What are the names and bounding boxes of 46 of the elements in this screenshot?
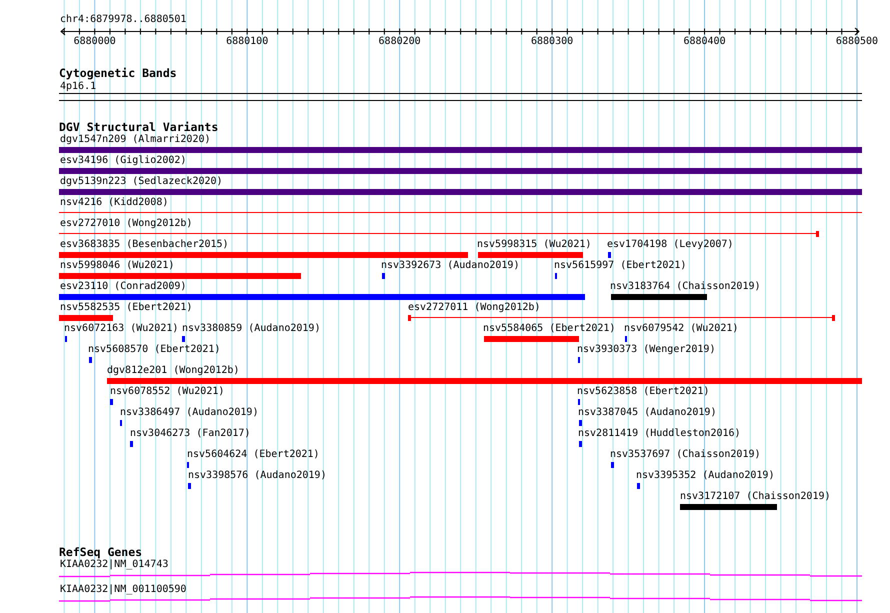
feature-label: nsv3380859 (Audano2019) xyxy=(182,323,320,335)
feature-label: nsv3386497 (Audano2019) xyxy=(120,407,258,419)
feature-label: nsv3172107 (Chaisson2019) xyxy=(680,491,831,503)
feature-label: nsv5998315 (Wu2021) xyxy=(477,239,592,251)
feature-label: esv23110 (Conrad2009) xyxy=(60,281,186,293)
feature-label: nsv3046273 (Fan2017) xyxy=(130,428,250,440)
feature-label: nsv5584065 (Ebert2021) xyxy=(483,323,616,335)
feature-label: nsv5623858 (Ebert2021) xyxy=(577,386,710,398)
tick-label: 6880100 xyxy=(226,36,268,48)
gene-label: KIAA0232|NM_014743 xyxy=(60,559,168,571)
feature-label: esv2727011 (Wong2012b) xyxy=(408,302,540,314)
feature-label: esv2727010 (Wong2012b) xyxy=(60,218,192,230)
feature-label: nsv5998046 (Wu2021) xyxy=(60,260,174,272)
feature-label: esv3683835 (Besenbacher2015) xyxy=(60,239,229,251)
feature-label: nsv5582535 (Ebert2021) xyxy=(60,302,192,314)
feature-label: esv34196 (Giglio2002) xyxy=(60,155,186,167)
feature-label: dgv1547n209 (Almarri2020) xyxy=(60,134,211,146)
track-title: DGV Structural Variants xyxy=(59,121,218,134)
location-label: chr4:6879978..6880501 xyxy=(60,14,186,26)
feature-label: nsv6079542 (Wu2021) xyxy=(624,323,738,335)
feature-label: nsv5608570 (Ebert2021) xyxy=(88,344,220,356)
tick-label: 6880200 xyxy=(378,36,421,48)
band-label: 4p16.1 xyxy=(60,81,96,93)
feature-label: nsv6072163 (Wu2021) xyxy=(64,323,178,335)
feature-label: esv1704198 (Levy2007) xyxy=(607,239,734,251)
tick-label: 6880000 xyxy=(74,36,116,48)
feature-label: nsv2811419 (Huddleston2016) xyxy=(578,428,741,440)
tick-label: 6880400 xyxy=(683,36,726,48)
feature-label: nsv3183764 (Chaisson2019) xyxy=(610,281,761,293)
feature-label: nsv3395352 (Audano2019) xyxy=(636,470,774,482)
feature-label: nsv3387045 (Audano2019) xyxy=(578,407,716,419)
feature-label: dgv5139n223 (Sedlazeck2020) xyxy=(60,176,223,188)
feature-label: nsv3537697 (Chaisson2019) xyxy=(610,449,761,461)
feature-label: nsv3930373 (Wenger2019) xyxy=(577,344,716,356)
tick-label: 6880500 xyxy=(836,36,878,48)
feature-label: nsv3392673 (Audano2019) xyxy=(381,260,520,272)
feature-label: nsv5604624 (Ebert2021) xyxy=(187,449,320,461)
tick-label: 6880300 xyxy=(531,36,574,48)
feature-label: nsv3398576 (Audano2019) xyxy=(188,470,326,482)
gene-label: KIAA0232|NM_001100590 xyxy=(60,584,186,596)
feature-label: nsv4216 (Kidd2008) xyxy=(60,197,168,209)
feature-label: nsv6078552 (Wu2021) xyxy=(110,386,224,398)
feature-label: dgv812e201 (Wong2012b) xyxy=(107,365,240,377)
track-title: Cytogenetic Bands xyxy=(59,67,177,80)
feature-label: nsv5615997 (Ebert2021) xyxy=(554,260,686,272)
track-title: RefSeq Genes xyxy=(59,546,142,559)
